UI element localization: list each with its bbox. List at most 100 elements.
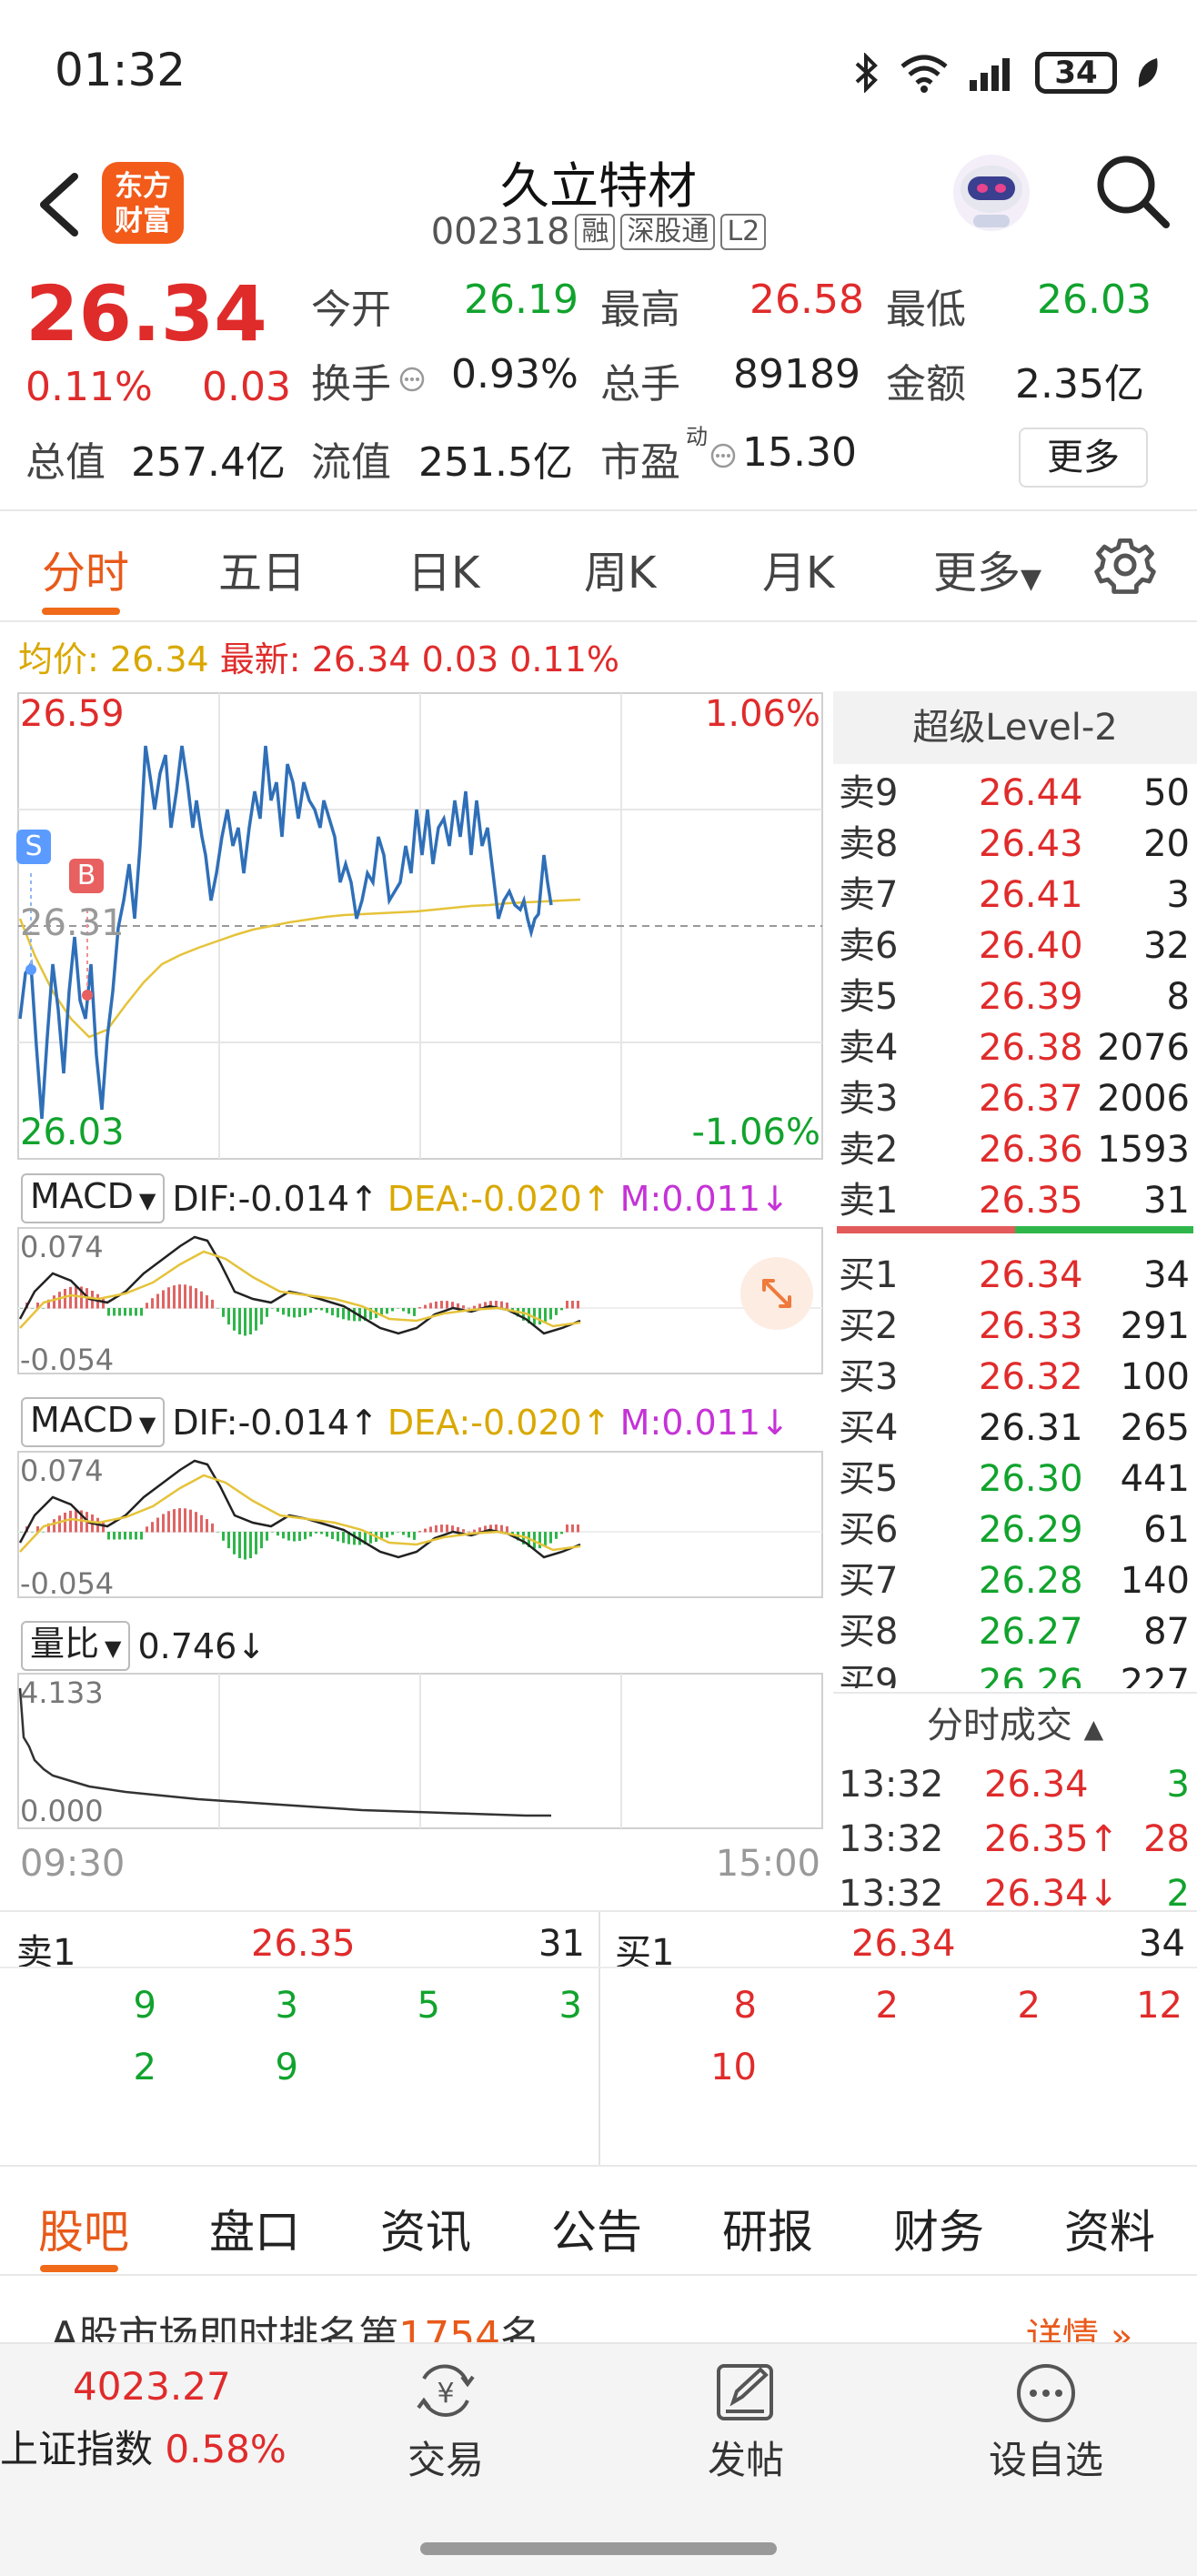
ask-row[interactable]: 卖2 26.36 1593 <box>833 1124 1197 1175</box>
info-icon[interactable] <box>398 366 426 393</box>
macd-bar <box>353 1308 356 1322</box>
bid-price: 26.26 <box>979 1662 1083 1688</box>
macd-bar <box>298 1308 301 1318</box>
amount-value: 2.35亿 <box>1015 361 1144 408</box>
tab-more[interactable]: 更多▼ <box>933 537 1041 600</box>
bid-row[interactable]: 买6 26.29 61 <box>833 1504 1197 1555</box>
tab-daily-k[interactable]: 日K <box>407 537 479 600</box>
macd-bar <box>31 1532 34 1533</box>
macd-bar <box>549 1532 552 1544</box>
bid-row[interactable]: 买2 26.33 291 <box>833 1301 1197 1352</box>
bid-row[interactable]: 买9 26.26 227 <box>833 1657 1197 1688</box>
macd-bar <box>446 1301 448 1309</box>
bid-price: 26.33 <box>979 1305 1083 1347</box>
ask-row[interactable]: 卖8 26.43 20 <box>833 819 1197 870</box>
macd-bar <box>53 1519 55 1533</box>
quote-panel: 26.34 0.11% 0.03 今开 26.19 最高 26.58 最低 26… <box>0 273 1197 511</box>
settings-gear-icon[interactable] <box>1091 531 1159 599</box>
index-value[interactable]: 4023.27 <box>73 2364 231 2409</box>
bid-row[interactable]: 买8 26.27 87 <box>833 1606 1197 1657</box>
macd-bar <box>506 1303 508 1309</box>
ask-row[interactable]: 卖5 26.39 8 <box>833 971 1197 1022</box>
tab-market-depth[interactable]: 盘口 <box>209 2196 300 2261</box>
bid-row[interactable]: 买4 26.31 265 <box>833 1403 1197 1454</box>
pe-label: 市盈 <box>600 439 680 486</box>
queue-order: 8 <box>733 1985 757 2027</box>
ask-row[interactable]: 卖6 26.40 32 <box>833 921 1197 971</box>
sell-marker-badge[interactable]: S <box>16 830 51 864</box>
macd-bar <box>249 1308 252 1335</box>
tab-weekly-k[interactable]: 周K <box>584 537 656 600</box>
macd-bar <box>386 1308 388 1314</box>
bid-price: 26.27 <box>979 1611 1083 1653</box>
macd-bar <box>53 1295 55 1309</box>
tab-intraday[interactable]: 分时 <box>42 537 129 600</box>
index-name-row[interactable]: 上证指数 0.58% <box>0 2419 287 2474</box>
macd-bar <box>544 1308 547 1323</box>
buy-marker-badge[interactable]: B <box>69 859 104 893</box>
bid-row[interactable]: 买1 26.34 34 <box>833 1250 1197 1301</box>
bid-row[interactable]: 买3 26.32 100 <box>833 1352 1197 1403</box>
bluetooth-icon <box>855 53 878 93</box>
trade-button[interactable]: ¥ 交易 <box>355 2360 537 2485</box>
macd-bar <box>402 1308 405 1312</box>
bid-label: 买2 <box>839 1305 899 1347</box>
tick-price: 26.35↑ <box>984 1818 1120 1860</box>
macd-bar <box>238 1308 241 1335</box>
macd-bar <box>184 1284 186 1309</box>
order-book-title[interactable]: 超级Level-2 <box>833 691 1197 764</box>
tick-volume: 3 <box>1166 1764 1190 1806</box>
macd-bar <box>309 1532 312 1537</box>
ask-row[interactable]: 卖9 26.44 50 <box>833 768 1197 819</box>
bid-row[interactable]: 买5 26.30 441 <box>833 1454 1197 1504</box>
intraday-chart-area[interactable]: 26.59 1.06% 26.31 26.03 -1.06% S B MACD ▼… <box>16 691 824 1885</box>
info-icon[interactable] <box>709 442 737 469</box>
ask-row[interactable]: 卖4 26.38 2076 <box>833 1022 1197 1073</box>
search-icon[interactable] <box>1091 150 1173 232</box>
volume-ratio-selector[interactable]: 量比 ▼ <box>21 1621 131 1671</box>
macd-bar <box>555 1308 558 1315</box>
tab-monthly-k[interactable]: 月K <box>762 537 834 600</box>
expand-button[interactable] <box>740 1257 813 1330</box>
tab-research[interactable]: 研报 <box>722 2196 813 2261</box>
ask-row[interactable]: 卖7 26.41 3 <box>833 870 1197 921</box>
battery-indicator: 34 <box>1035 52 1117 94</box>
macd-bar <box>462 1305 465 1309</box>
change-amount: 0.03 <box>202 364 291 410</box>
robot-assistant-icon[interactable] <box>946 146 1037 236</box>
tab-five-day[interactable]: 五日 <box>218 537 306 600</box>
tab-profile[interactable]: 资料 <box>1064 2196 1155 2261</box>
macd-bar <box>391 1308 394 1312</box>
macd-bar <box>102 1522 105 1533</box>
current-price: 26.34 <box>25 269 267 358</box>
macd-bar <box>200 1514 203 1533</box>
ticks-header[interactable]: 分时成交 ▲ <box>833 1692 1197 1756</box>
add-watchlist-button[interactable]: 设自选 <box>955 2360 1137 2485</box>
macd-bar <box>129 1532 132 1540</box>
tab-announcements[interactable]: 公告 <box>551 2196 642 2261</box>
macd-bar <box>549 1308 552 1320</box>
macd-bar <box>20 1308 23 1309</box>
post-button[interactable]: 发帖 <box>655 2360 837 2485</box>
ask-price: 26.38 <box>979 1027 1083 1069</box>
tab-news[interactable]: 资讯 <box>380 2196 471 2261</box>
macd-bar <box>566 1301 568 1309</box>
macd-selector-1[interactable]: MACD ▼ <box>21 1173 166 1223</box>
post-label: 发帖 <box>707 2438 784 2482</box>
bid-row[interactable]: 买7 26.28 140 <box>833 1555 1197 1606</box>
level2-tag: L2 <box>720 214 767 250</box>
more-button[interactable]: 更多 <box>1019 428 1148 488</box>
home-indicator[interactable] <box>420 2542 777 2555</box>
tab-finance[interactable]: 财务 <box>893 2196 984 2261</box>
macd-selector-2[interactable]: MACD ▼ <box>21 1397 166 1447</box>
bid-label: 买8 <box>839 1611 899 1653</box>
ask-row[interactable]: 卖3 26.37 2006 <box>833 1073 1197 1124</box>
macd-bar <box>222 1532 225 1541</box>
macd-bar <box>156 1517 159 1533</box>
macd-bar <box>113 1532 116 1540</box>
macd-bar <box>397 1308 399 1309</box>
depth-sell-volume: 31 <box>538 1923 585 1965</box>
ask-price: 26.40 <box>979 925 1083 967</box>
ask-row[interactable]: 卖1 26.35 31 <box>833 1175 1197 1226</box>
tab-forum[interactable]: 股吧 <box>38 2196 129 2261</box>
